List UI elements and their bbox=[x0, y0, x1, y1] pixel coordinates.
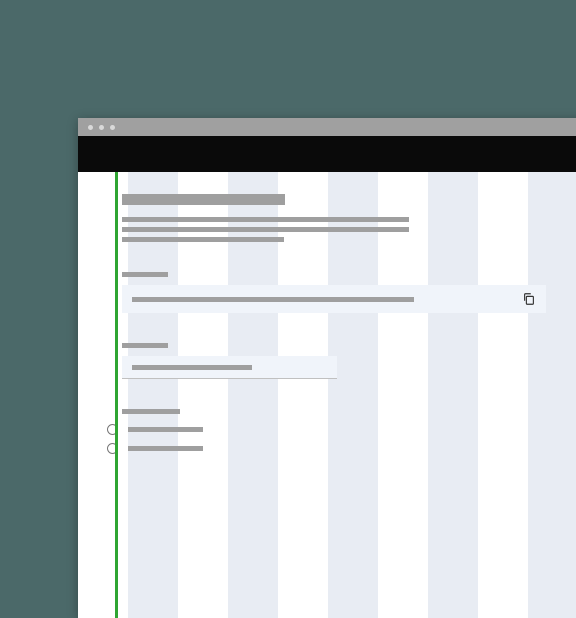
window-maximize-light[interactable] bbox=[110, 125, 115, 130]
description-line bbox=[122, 227, 409, 232]
accent-bar bbox=[115, 172, 118, 618]
radio-label bbox=[128, 446, 203, 451]
code-block-small bbox=[122, 356, 337, 378]
window-close-light[interactable] bbox=[88, 125, 93, 130]
radio-option[interactable] bbox=[107, 424, 576, 435]
description-line bbox=[122, 217, 409, 222]
app-window bbox=[78, 118, 576, 618]
window-titlebar bbox=[78, 118, 576, 136]
divider bbox=[122, 378, 337, 379]
code-block bbox=[122, 285, 546, 313]
section-label bbox=[122, 343, 168, 348]
page-content bbox=[78, 172, 576, 618]
radio-option[interactable] bbox=[107, 443, 576, 454]
app-header bbox=[78, 136, 576, 172]
code-text bbox=[132, 365, 252, 370]
radio-group bbox=[122, 409, 576, 454]
section-label bbox=[122, 409, 180, 414]
page-title bbox=[122, 194, 285, 205]
section-label bbox=[122, 272, 168, 277]
code-text bbox=[132, 297, 414, 302]
radio-label bbox=[128, 427, 203, 432]
description-line bbox=[122, 237, 284, 242]
copy-icon[interactable] bbox=[522, 292, 536, 306]
content-area bbox=[78, 172, 576, 618]
window-minimize-light[interactable] bbox=[99, 125, 104, 130]
